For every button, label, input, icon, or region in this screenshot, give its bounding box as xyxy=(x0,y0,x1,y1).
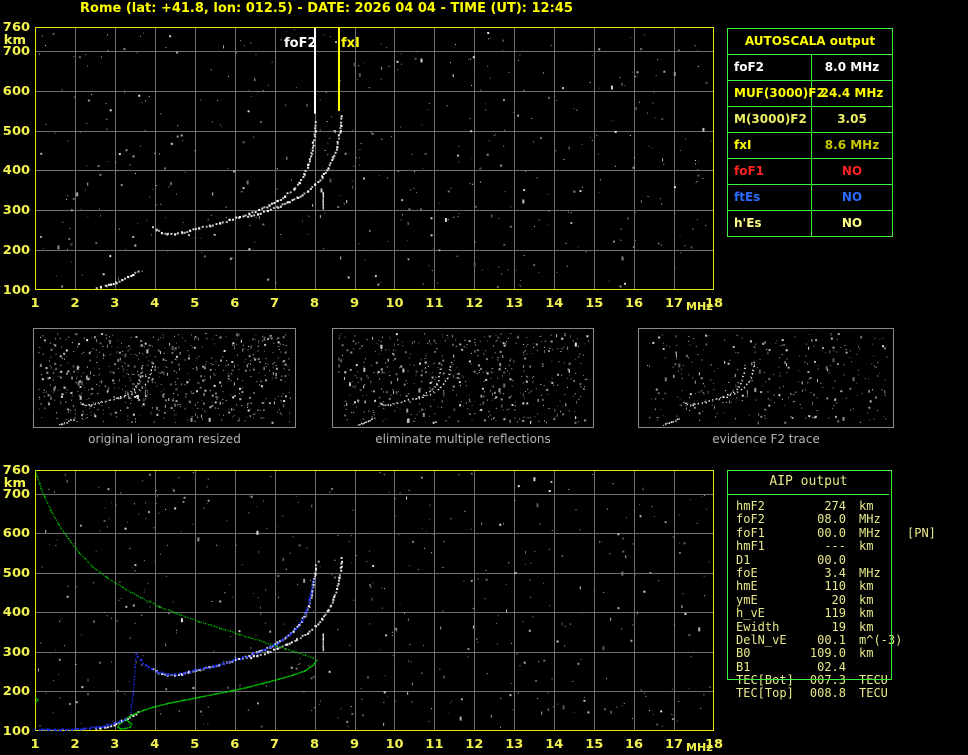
parameter-value: 8.6 MHz xyxy=(824,138,880,152)
aip-parameter-unit: km xyxy=(859,579,874,594)
parameter-name: M(3000)F2 xyxy=(728,107,812,132)
aip-row: B0 109.0 km xyxy=(736,646,964,661)
aip-row: Ewidth 19 km xyxy=(736,619,964,634)
autoscala-row: ftEs NO xyxy=(728,184,892,210)
autoscala-row: M(3000)F2 3.05 xyxy=(728,106,892,132)
aip-parameter-value: 20 xyxy=(831,592,846,607)
aip-parameter-value: 109.0 xyxy=(809,646,846,661)
aip-parameter-unit: TECU xyxy=(859,686,888,701)
thumbnail-eliminate-reflections xyxy=(332,328,594,428)
aip-row: h_vE 119 km xyxy=(736,606,964,621)
thumbnail-evidence-f2 xyxy=(638,328,894,428)
aip-parameter-name: B0 xyxy=(736,646,751,661)
aip-parameter-value: 00.1 xyxy=(817,632,846,647)
aip-parameter-value: 00.0 xyxy=(817,525,846,540)
aip-row: hmF2 274 km xyxy=(736,499,964,513)
aip-parameter-unit: TECU xyxy=(859,673,888,688)
aip-parameter-value: 00.0 xyxy=(817,552,846,567)
parameter-value: NO xyxy=(841,190,863,204)
aip-parameter-unit: MHz xyxy=(859,565,881,580)
aip-parameter-unit: MHz xyxy=(859,525,881,540)
autoscala-table: AUTOSCALA output foF2 8.0 MHz MUF(3000)F… xyxy=(727,28,893,237)
aip-parameter-flag: [PN] xyxy=(907,525,936,540)
aip-parameter-name: D1 xyxy=(736,552,751,567)
thumbnail-caption-2: eliminate multiple reflections xyxy=(375,432,551,446)
aip-parameter-unit xyxy=(859,554,905,567)
aip-parameter-unit: km xyxy=(859,619,874,634)
aip-parameter-name: hmE xyxy=(736,579,758,594)
aip-parameter-value: 008.8 xyxy=(809,686,846,701)
fxI-marker-label: fxI xyxy=(341,36,360,51)
aip-parameter-value: 007.3 xyxy=(809,673,846,688)
aip-row: hmF1 --- km xyxy=(736,539,964,554)
aip-row: ymE 20 km xyxy=(736,592,964,607)
aip-parameter-unit: km xyxy=(859,592,874,607)
aip-parameter-unit: m^(-3) xyxy=(859,632,903,647)
aip-parameter-value: 19 xyxy=(831,619,846,634)
aip-parameter-name: hmF2 xyxy=(736,499,765,513)
thumbnail-original-ionogram xyxy=(33,328,296,428)
aip-parameter-name: TEC[Bot] xyxy=(736,673,794,688)
autoscala-row: fxI 8.6 MHz xyxy=(728,132,892,158)
aip-parameter-value: --- xyxy=(824,539,846,554)
aip-row: foF2 08.0 MHz xyxy=(736,512,964,527)
thumbnail-caption-1: original ionogram resized xyxy=(88,432,241,446)
aip-parameter-unit: km xyxy=(859,539,874,554)
aip-parameter-unit: km xyxy=(859,646,874,661)
aip-row: DelN_vE 00.1 m^(-3) xyxy=(736,632,964,647)
parameter-name: foF1 xyxy=(728,159,812,184)
autoscala-window: Rome (lat: +41.8, lon: 012.5) - DATE: 20… xyxy=(0,0,968,755)
parameter-name: fxI xyxy=(728,133,812,158)
aip-row: B1 02.4 xyxy=(736,659,964,674)
aip-parameter-unit: km xyxy=(859,606,874,621)
aip-parameter-name: TEC[Top] xyxy=(736,686,794,701)
parameter-value: NO xyxy=(841,216,863,230)
aip-parameter-value: 02.4 xyxy=(817,659,846,674)
autoscala-rows: foF2 8.0 MHz MUF(3000)F2 24.4 MHz M(3000… xyxy=(728,55,892,236)
aip-parameter-value: 08.0 xyxy=(817,512,846,527)
aip-parameter-value: 110 xyxy=(824,579,846,594)
parameter-value: NO xyxy=(841,164,863,178)
parameter-name: foF2 xyxy=(728,55,812,80)
parameter-name: ftEs xyxy=(728,185,812,210)
aip-parameter-name: foF1 xyxy=(736,525,765,540)
aip-row: foE 3.4 MHz xyxy=(736,565,964,580)
aip-row: D1 00.0 xyxy=(736,552,964,567)
thumbnail-caption-3: evidence F2 trace xyxy=(712,432,820,446)
aip-parameter-name: foF2 xyxy=(736,512,765,527)
top-ionogram-plot xyxy=(0,14,725,314)
aip-header-divider xyxy=(728,494,889,495)
aip-parameter-value: 3.4 xyxy=(824,565,846,580)
aip-parameter-name: ymE xyxy=(736,592,758,607)
aip-parameter-name: Ewidth xyxy=(736,619,780,634)
aip-row: TEC[Bot] 007.3 TECU xyxy=(736,673,964,688)
aip-parameter-value: 274 xyxy=(824,499,846,513)
parameter-name: h'Es xyxy=(728,211,812,236)
aip-panel-header: AIP output xyxy=(769,474,848,489)
parameter-name: MUF(3000)F2 xyxy=(728,81,825,106)
autoscala-row: h'Es NO xyxy=(728,210,892,236)
autoscala-row: foF1 NO xyxy=(728,158,892,184)
parameter-value: 8.0 MHz xyxy=(824,60,880,74)
aip-rows: hmF2 274 km foF2 08.0 MHz foF1 00.0 MHz … xyxy=(736,499,964,701)
aip-parameter-unit: MHz xyxy=(859,512,881,527)
aip-parameter-name: foE xyxy=(736,565,758,580)
aip-parameter-name: hmF1 xyxy=(736,539,765,554)
parameter-value: 24.4 MHz xyxy=(820,86,884,100)
aip-parameter-name: DelN_vE xyxy=(736,632,787,647)
aip-parameter-name: B1 xyxy=(736,659,751,674)
aip-parameter-name: h_vE xyxy=(736,606,765,621)
profile-ionogram-plot xyxy=(0,456,725,755)
aip-row: hmE 110 km xyxy=(736,579,964,594)
autoscala-table-header: AUTOSCALA output xyxy=(728,29,892,55)
autoscala-row: foF2 8.0 MHz xyxy=(728,55,892,80)
parameter-value: 3.05 xyxy=(837,112,867,126)
aip-row: TEC[Top] 008.8 TECU xyxy=(736,686,964,701)
aip-parameter-unit xyxy=(859,661,905,674)
aip-parameter-value: 119 xyxy=(824,606,846,621)
autoscala-row: MUF(3000)F2 24.4 MHz xyxy=(728,80,892,106)
aip-row: foF1 00.0 MHz [PN] xyxy=(736,525,964,540)
foF2-marker-label: foF2 xyxy=(284,36,317,51)
aip-parameter-unit: km xyxy=(859,499,874,513)
